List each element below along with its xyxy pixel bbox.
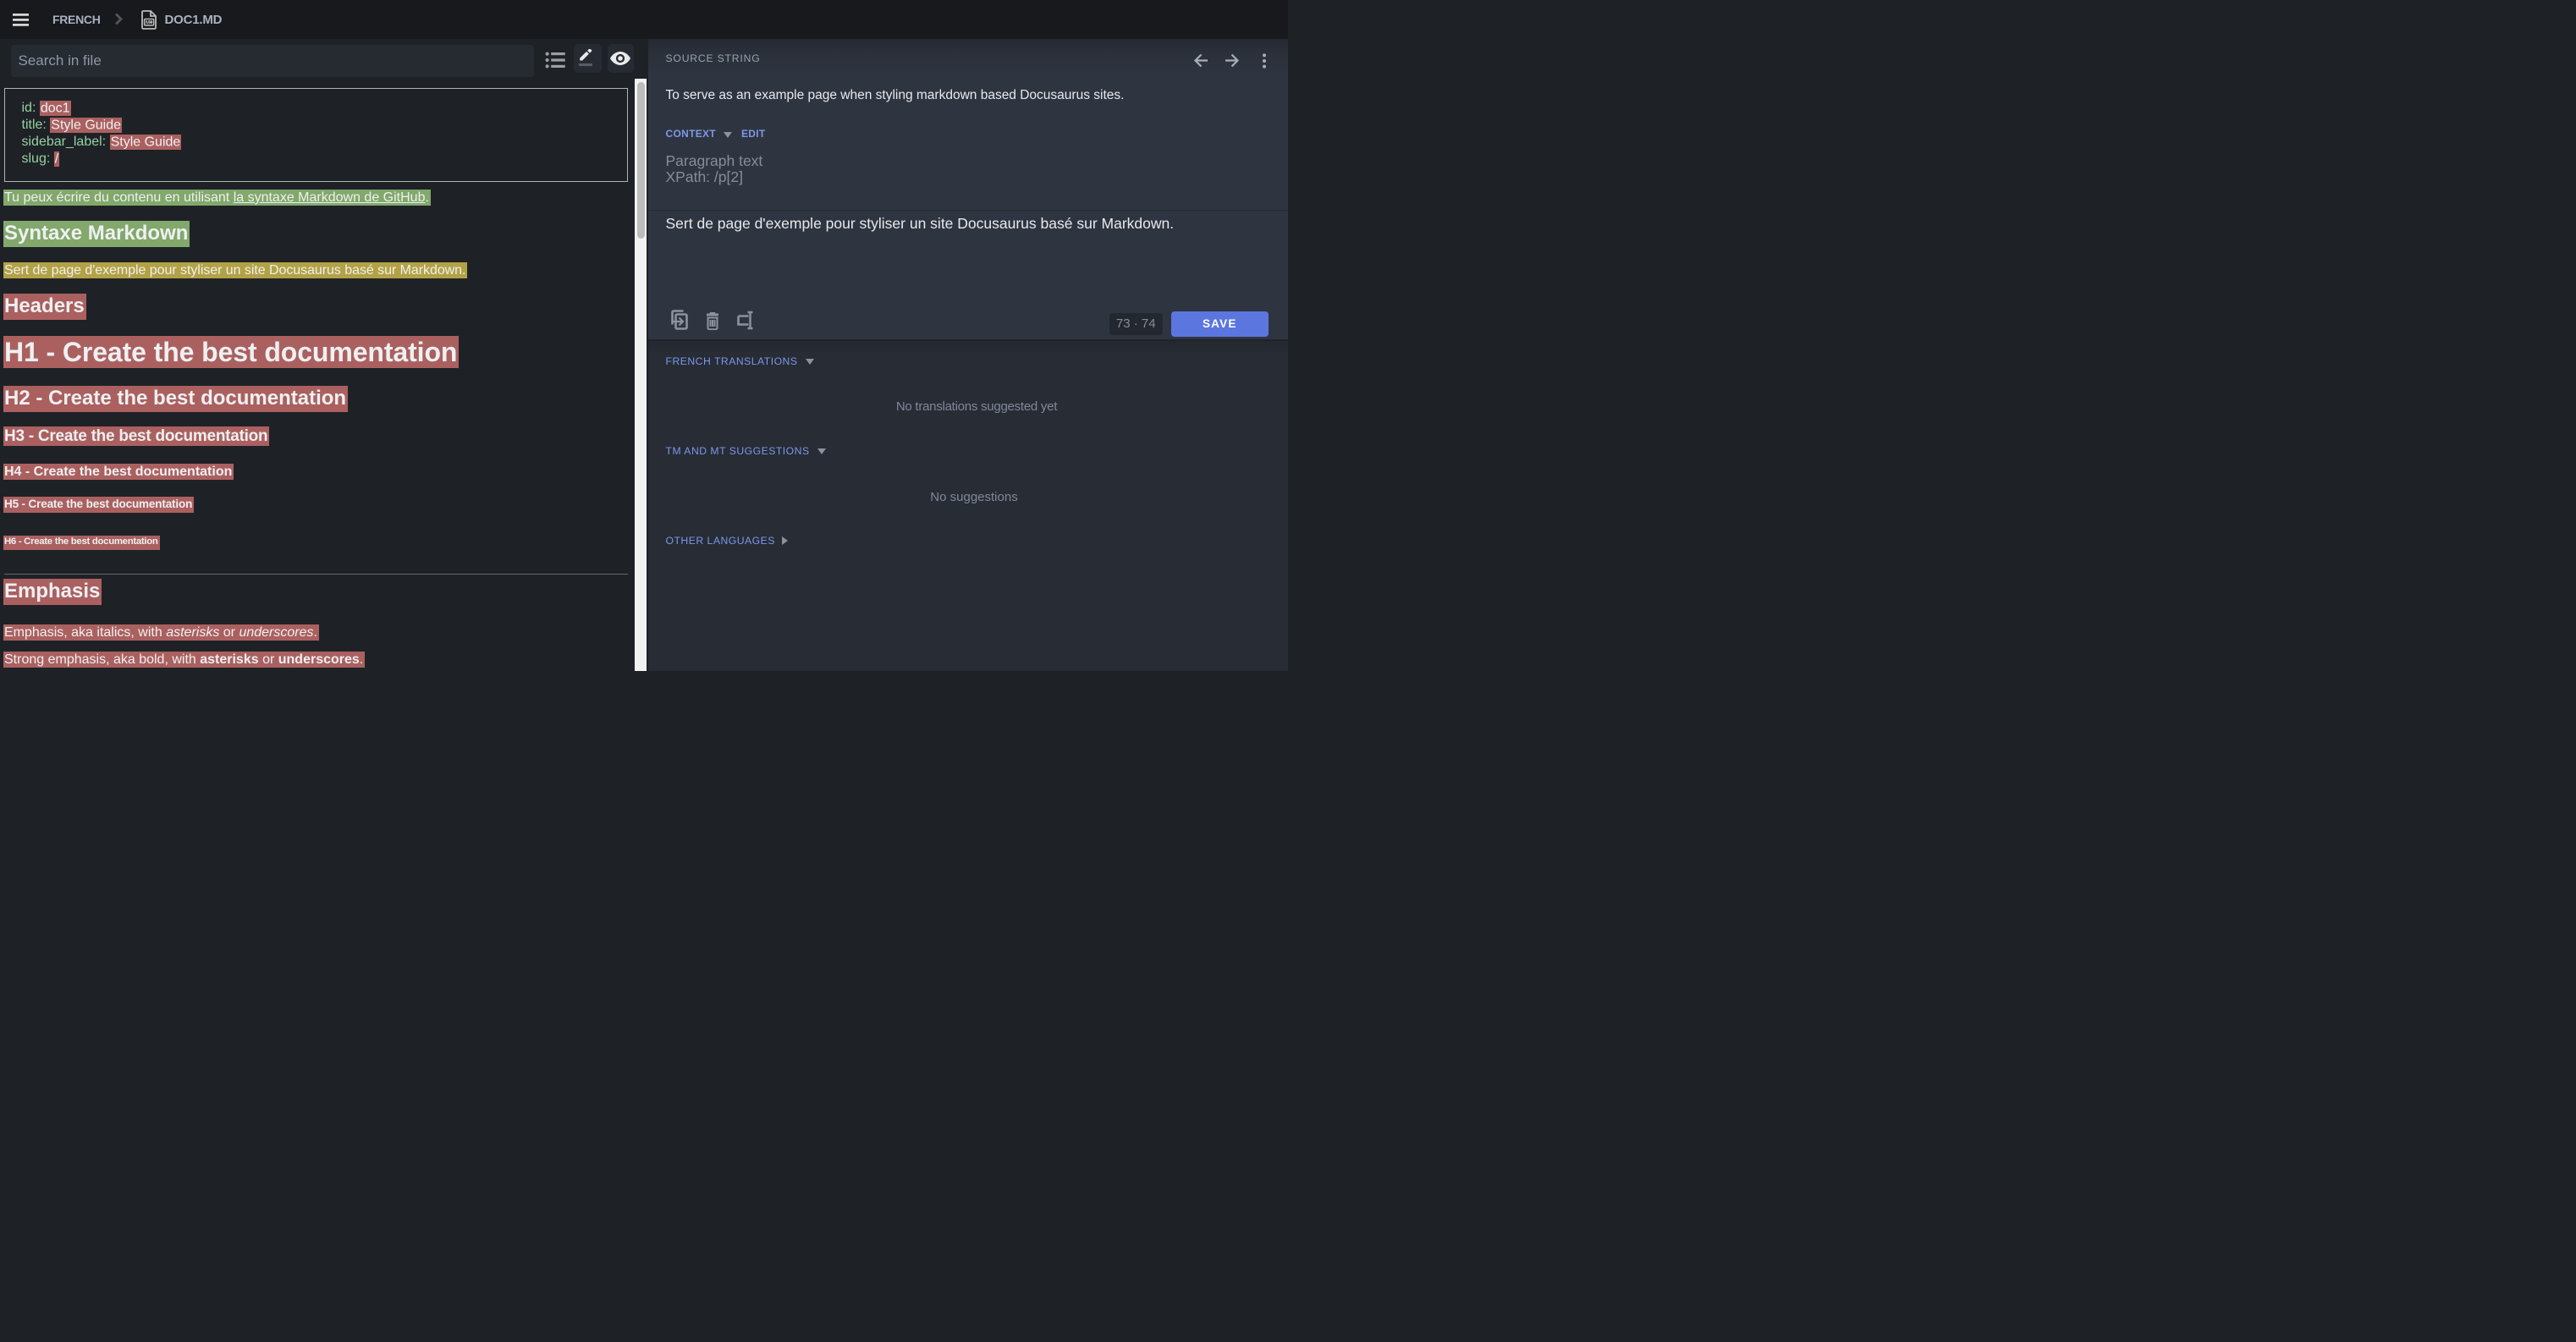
svg-text:M: M [146, 20, 150, 26]
